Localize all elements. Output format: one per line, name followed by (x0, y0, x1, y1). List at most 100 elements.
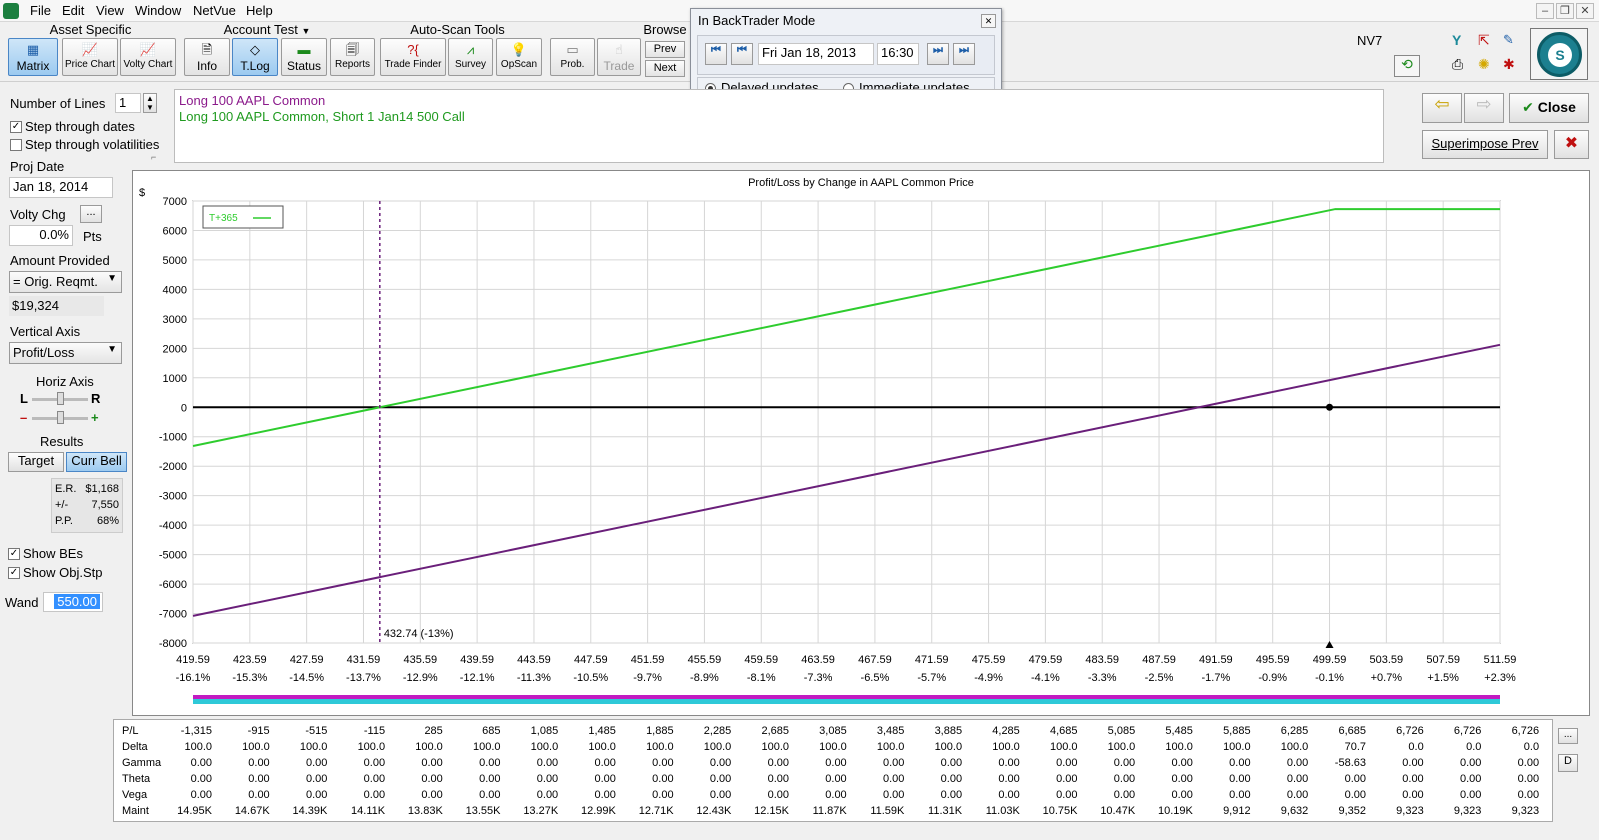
trade-label: Trade (603, 59, 635, 73)
table-cell: 0.00 (825, 789, 847, 801)
logo-button[interactable]: S (1530, 28, 1588, 80)
close-button[interactable]: ✔ Close (1509, 93, 1589, 123)
table-cell: 0.00 (1229, 789, 1251, 801)
table-cell: 0.00 (825, 773, 847, 785)
number-of-lines-spinner[interactable]: ▲ ▼ (143, 93, 157, 113)
x-pct-label: -8.1% (747, 672, 776, 684)
menu-view[interactable]: View (96, 3, 124, 18)
back-step-button[interactable]: ⏮ (731, 43, 753, 65)
trade-finder-button[interactable]: ?{ Trade Finder (380, 38, 446, 76)
info-button[interactable]: 🗎 Info (184, 38, 230, 76)
table-row-label: P/L (122, 725, 139, 737)
dialog-close-icon[interactable]: ✕ (981, 14, 996, 28)
group-account-test[interactable]: Account Test ▼ (182, 22, 352, 37)
wand-field[interactable]: 550.00 (43, 592, 103, 612)
matrix-button[interactable]: ▦ Matrix (8, 38, 58, 76)
y-tick-label: -8000 (159, 638, 187, 650)
table-cell: 5,885 (1223, 725, 1251, 737)
x-tick-label: 495.59 (1256, 654, 1290, 666)
volty-chg-more-button[interactable]: ... (80, 205, 102, 223)
refresh-icon[interactable]: ⟲ (1394, 55, 1420, 77)
menu-help[interactable]: Help (246, 3, 273, 18)
table-cell: 1,885 (646, 725, 674, 737)
show-bes-checkbox[interactable]: ✓ (8, 548, 20, 560)
chart-panel[interactable]: Profit/Loss by Change in AAPL Common Pri… (132, 170, 1590, 716)
prob-button[interactable]: ▭ Prob. (550, 38, 595, 76)
table-cell: 0.00 (1286, 757, 1309, 769)
menu-edit[interactable]: Edit (62, 3, 84, 18)
table-cell: 9,632 (1280, 805, 1309, 817)
table-cell: 11.31K (928, 805, 963, 817)
step-vols-checkbox[interactable] (10, 139, 22, 151)
opscan-button[interactable]: 💡 OpScan (496, 38, 542, 76)
edit-icon[interactable]: ✎ (1503, 32, 1514, 48)
bt-date-field[interactable]: Fri Jan 18, 2013 (758, 43, 874, 65)
pl-chart[interactable]: Profit/Loss by Change in AAPL Common Pri… (133, 171, 1589, 715)
restore-icon[interactable]: ❐ (1556, 3, 1574, 19)
menu-netvue[interactable]: NetVue (193, 3, 236, 18)
volty-chart-label: Volty Chart (123, 59, 173, 70)
x-tick-label: 503.59 (1370, 654, 1404, 666)
y-tick-label: 0 (181, 402, 187, 414)
curr-bell-button[interactable]: Curr Bell (66, 452, 127, 472)
strategy-list[interactable]: Long 100 AAPL Common Long 100 AAPL Commo… (174, 89, 1384, 163)
status-button[interactable]: ▬ Status (281, 38, 327, 76)
trade-button[interactable]: ☝ Trade (597, 38, 641, 76)
strategy-line-2[interactable]: Long 100 AAPL Common, Short 1 Jan14 500 … (179, 109, 465, 124)
target-button[interactable]: Target (8, 452, 64, 472)
close-window-icon[interactable]: ✕ (1576, 3, 1594, 19)
resize-grip-icon[interactable]: ⌐ (151, 152, 169, 162)
alert-icon[interactable]: ✺ (1478, 56, 1490, 73)
reports-button[interactable]: 🗐 Reports (330, 38, 375, 76)
superimpose-button[interactable]: Superimpose Prev (1422, 130, 1548, 159)
horiz-lr-slider-thumb[interactable] (57, 392, 64, 405)
menu-file[interactable]: File (30, 3, 51, 18)
strategy-line-1[interactable]: Long 100 AAPL Common (179, 93, 325, 108)
vertical-axis-combo[interactable]: Profit/Loss ▼ (9, 342, 122, 364)
table-more-button[interactable]: ... (1558, 728, 1578, 744)
bt-time-field[interactable]: 16:30 (877, 43, 919, 65)
tlog-button[interactable]: ◇ T.Log (232, 38, 278, 76)
x-tick-label: 439.59 (460, 654, 494, 666)
table-cell: 10.19K (1158, 805, 1193, 817)
amount-provided-combo[interactable]: = Orig. Reqmt. ▼ (9, 271, 122, 293)
volty-chart-button[interactable]: 📈 Volty Chart (120, 38, 176, 76)
x-pct-label: -8.9% (690, 672, 719, 684)
survey-button[interactable]: ⩘ Survey (448, 38, 493, 76)
x-pct-label: -14.5% (289, 672, 324, 684)
volty-chg-field[interactable]: 0.0% (9, 225, 73, 246)
table-cell: 3,485 (876, 725, 905, 737)
x-pct-label: -9.7% (633, 672, 662, 684)
reports-label: Reports (334, 59, 370, 70)
forward-arrow-button[interactable]: ⇨ (1464, 93, 1504, 123)
bug-icon[interactable]: ✱ (1503, 56, 1515, 73)
forward-step-button[interactable]: ⏭ (927, 43, 949, 65)
yahoo-icon[interactable]: Y (1452, 32, 1461, 48)
number-of-lines-field[interactable]: 1 (115, 93, 141, 113)
horiz-zoom-slider-thumb[interactable] (57, 411, 64, 424)
show-objstp-checkbox[interactable]: ✓ (8, 567, 20, 579)
print-icon[interactable]: ⎙ (1452, 56, 1463, 73)
back-arrow-button[interactable]: ⇦ (1422, 93, 1462, 123)
breakeven-label: 432.74 (-13%) (384, 628, 454, 640)
step-dates-checkbox[interactable]: ✓ (10, 121, 22, 133)
back-day-button[interactable]: ⏮ (705, 43, 727, 65)
y-tick-label: -4000 (159, 520, 187, 532)
next-button[interactable]: Next (645, 60, 685, 77)
menu-window[interactable]: Window (135, 3, 181, 18)
plot-area (192, 200, 1501, 644)
table-d-button[interactable]: D (1558, 754, 1578, 772)
table-cell: 0.00 (1113, 789, 1136, 801)
proj-date-field[interactable]: Jan 18, 2014 (9, 177, 113, 198)
table-cell: 0.00 (709, 789, 732, 801)
minimize-icon[interactable]: – (1536, 3, 1554, 19)
pp-value: 68% (96, 515, 119, 527)
table-cell: 0.00 (1113, 757, 1136, 769)
delete-button[interactable]: ✖ (1554, 130, 1589, 159)
table-cell: 0.0 (1523, 741, 1540, 753)
prev-button[interactable]: Prev (645, 41, 685, 58)
forward-day-button[interactable]: ⏭ (953, 43, 975, 65)
price-chart-button[interactable]: 📈 Price Chart (62, 38, 118, 76)
matrix-icon: ▦ (26, 42, 40, 57)
export-icon[interactable]: ⇱ (1478, 32, 1490, 49)
